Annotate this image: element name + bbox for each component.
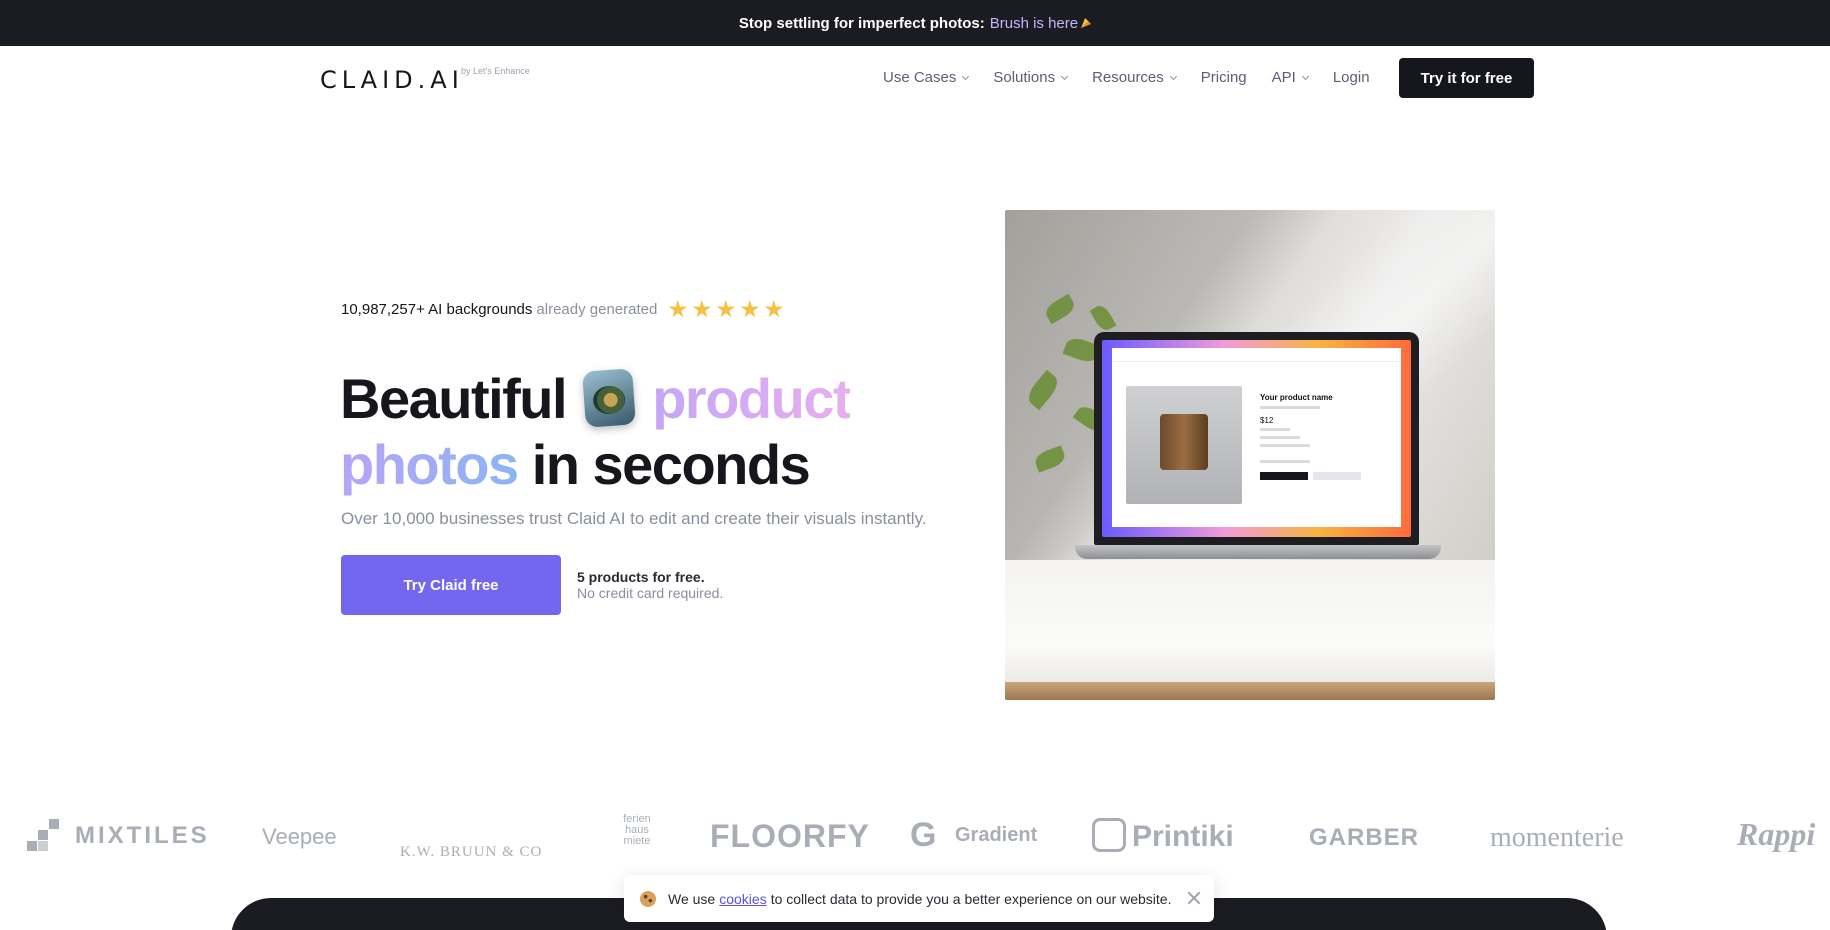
headline-word-in-seconds: in seconds: [531, 433, 811, 496]
star-icon: [716, 300, 735, 318]
logo-rappi: Rappi: [1737, 816, 1816, 852]
nav-solutions[interactable]: Solutions: [993, 69, 1069, 86]
screen-top-bar: [1112, 348, 1401, 362]
nav-label: Solutions: [993, 69, 1056, 86]
chevron-down-icon: [1301, 72, 1309, 80]
table-surface: [1005, 560, 1495, 700]
try-free-header-button[interactable]: Try it for free: [1399, 58, 1534, 98]
star-icon: [764, 300, 783, 318]
screen-product-title: Your product name: [1260, 393, 1333, 402]
star-icon: [668, 300, 687, 318]
gradient-g-icon: G: [910, 816, 937, 854]
chevron-down-icon: [1169, 72, 1177, 80]
nav-resources[interactable]: Resources: [1092, 69, 1177, 86]
chevron-down-icon: [962, 72, 970, 80]
cookie-prefix: We use: [668, 890, 716, 907]
screen-price: $12: [1260, 416, 1274, 425]
cookies-link[interactable]: cookies: [719, 891, 766, 907]
nav-login[interactable]: Login: [1333, 69, 1370, 86]
claid-logo[interactable]: CLAID.AI: [320, 66, 464, 94]
mixtiles-mark-icon: [27, 819, 59, 851]
hero-subline: Over 10,000 businesses trust Claid AI to…: [341, 509, 927, 528]
printiki-icon: [1092, 818, 1126, 852]
cookie-suffix: to collect data to provide you a better …: [770, 890, 1172, 907]
announcement-text: Stop settling for imperfect photos:: [738, 14, 985, 32]
rating-stars: [668, 300, 783, 319]
laptop-screen: Your product name $12: [1094, 332, 1419, 545]
logo-garber: GARBER: [1309, 824, 1420, 851]
nav-use-cases[interactable]: Use Cases: [883, 69, 970, 86]
main-nav: Use Cases Solutions Resources Pricing AP…: [883, 69, 1395, 86]
headline-word-beautiful: Beautiful: [340, 367, 568, 430]
star-icon: [740, 300, 759, 318]
hero-headline: Beautiful product photos in seconds: [340, 366, 940, 498]
stat-count: 10,987,257+ AI backgrounds: [341, 301, 533, 318]
chevron-down-icon: [1061, 72, 1069, 80]
logo-subtitle: by Let's Enhance: [461, 66, 530, 76]
logo-printiki: Printiki: [1132, 820, 1234, 853]
site-header: CLAID.AI by Let's Enhance Use Cases Solu…: [0, 46, 1830, 110]
nav-label: Login: [1332, 69, 1370, 86]
stat-suffix: already generated: [536, 301, 658, 318]
party-popper-icon: [1081, 18, 1092, 28]
logo-floorfy: FLOORFY: [710, 818, 870, 854]
headline-word-photos: photos: [340, 433, 519, 496]
close-icon[interactable]: [1186, 890, 1202, 906]
nav-label: Use Cases: [883, 69, 957, 86]
cta-note-muted: No credit card required.: [577, 585, 724, 601]
star-icon: [692, 300, 711, 318]
logo-ferienhausmiete: ferien haus miete: [623, 813, 651, 847]
cta-note: 5 products for free. No credit card requ…: [577, 569, 723, 601]
nav-api[interactable]: API: [1271, 69, 1309, 86]
cta-note-bold: 5 products for free.: [577, 569, 705, 585]
cookie-banner: We use cookies to collect data to provid…: [624, 875, 1214, 922]
product-app-icon: [582, 368, 637, 428]
headline-word-product: product: [652, 367, 851, 430]
logo-momenterie: momenterie: [1490, 822, 1624, 853]
nav-pricing[interactable]: Pricing: [1201, 69, 1247, 86]
nav-label: Pricing: [1200, 69, 1247, 86]
screen-candle-photo: [1126, 386, 1242, 504]
logo-veepee: Veepee: [262, 824, 337, 849]
announcement-bar: Stop settling for imperfect photos: Brus…: [0, 0, 1830, 46]
hero-laptop-image: Your product name $12: [1005, 210, 1495, 700]
table-edge: [1005, 682, 1495, 700]
generation-stat: 10,987,257+ AI backgrounds already gener…: [341, 300, 783, 319]
customer-logos: MIXTILES Veepee K.W. BRUUN & CO ferien h…: [0, 800, 1830, 870]
try-claid-free-button[interactable]: Try Claid free: [341, 555, 561, 615]
screen-wallpaper: Your product name $12: [1102, 340, 1411, 537]
nav-label: Resources: [1092, 69, 1164, 86]
nav-label: API: [1271, 69, 1296, 86]
logo-gradient: Gradient: [955, 824, 1038, 846]
laptop-base: [1075, 545, 1441, 559]
logo-kw-bruun: K.W. BRUUN & CO: [400, 844, 543, 860]
logo-mixtiles: MIXTILES: [75, 822, 210, 849]
announcement-link[interactable]: Brush is here: [990, 15, 1078, 32]
screen-product-page: Your product name $12: [1112, 348, 1401, 527]
cookie-icon: [640, 890, 656, 907]
